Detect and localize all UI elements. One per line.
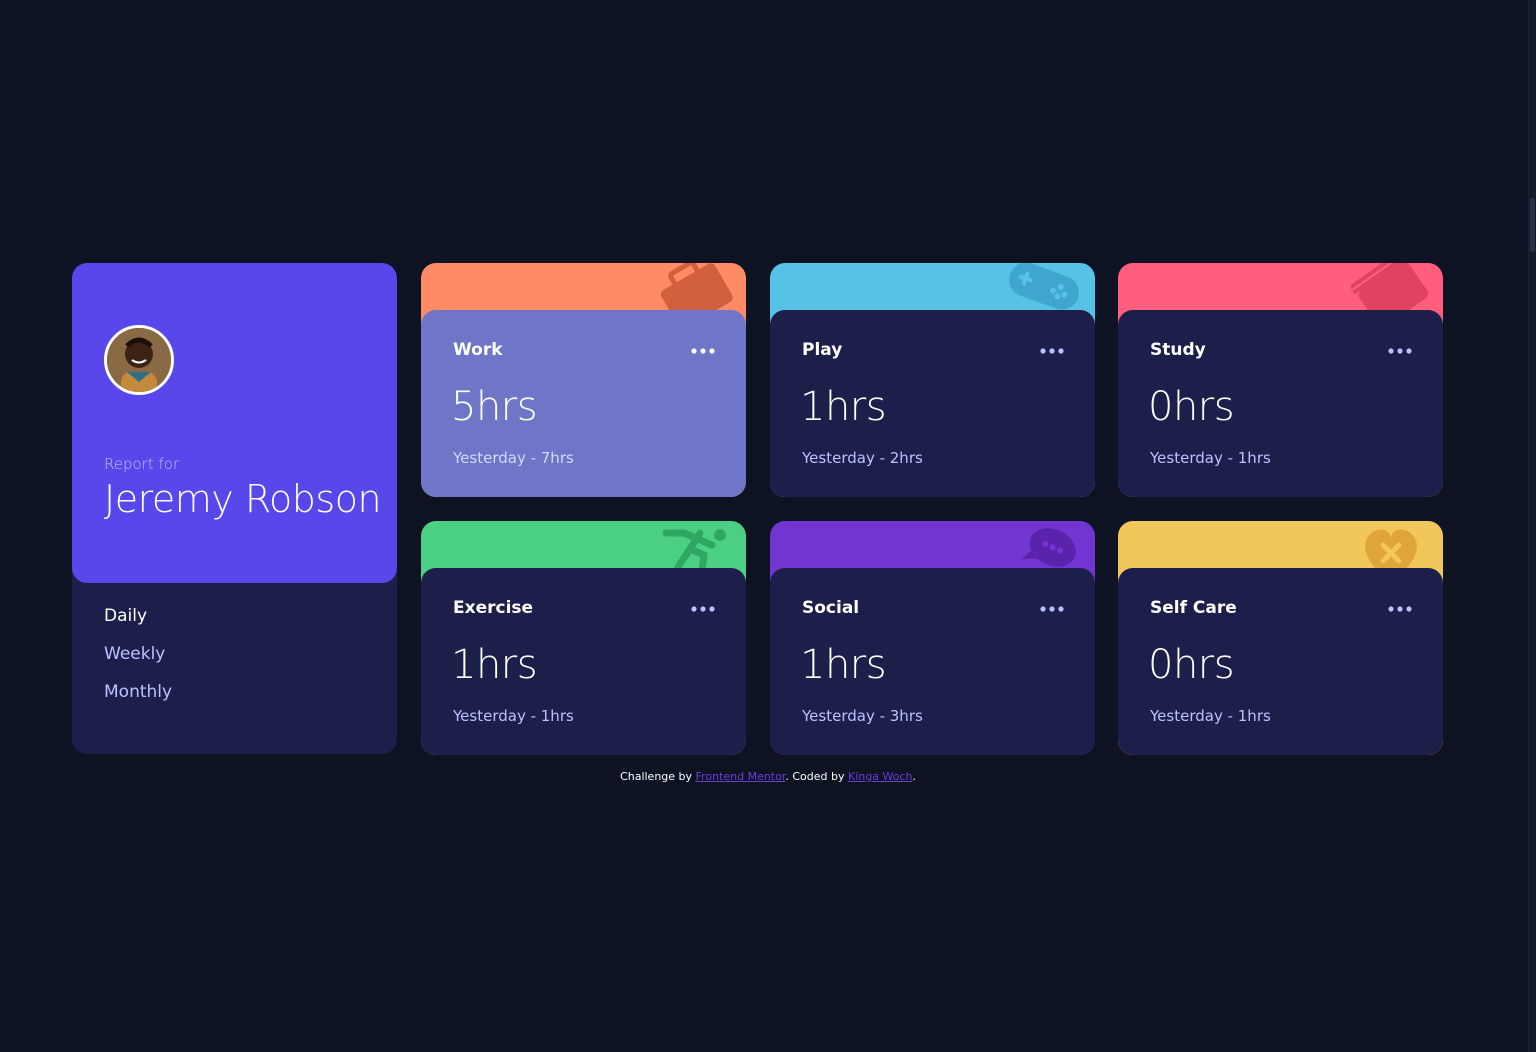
card-body: Exercise 1hrs Yesterday - 1hrs: [421, 568, 746, 755]
profile-header: Report for Jeremy Robson: [72, 263, 397, 583]
card-hours: 0hrs: [1148, 642, 1235, 688]
card-hours: 1hrs: [800, 642, 887, 688]
card-hours: 0hrs: [1148, 384, 1235, 430]
card-title: Exercise: [453, 598, 534, 618]
card-title: Work: [453, 340, 503, 360]
ellipsis-icon[interactable]: [1039, 344, 1065, 358]
card-previous: Yesterday - 1hrs: [1150, 707, 1271, 725]
ellipsis-icon[interactable]: [1039, 602, 1065, 616]
card-body: Social 1hrs Yesterday - 3hrs: [770, 568, 1095, 755]
scrollbar[interactable]: [1528, 0, 1536, 1052]
activity-card-self-care[interactable]: Self Care 0hrs Yesterday - 1hrs: [1118, 521, 1443, 755]
card-hours: 5hrs: [451, 384, 538, 430]
card-body: Self Care 0hrs Yesterday - 1hrs: [1118, 568, 1443, 755]
card-body: Play 1hrs Yesterday - 2hrs: [770, 310, 1095, 497]
card-hours: 1hrs: [800, 384, 887, 430]
card-title: Play: [802, 340, 843, 360]
attribution-footer: Challenge by Frontend Mentor. Coded by K…: [0, 770, 1536, 783]
card-previous: Yesterday - 1hrs: [453, 707, 574, 725]
period-daily[interactable]: Daily: [104, 606, 172, 627]
card-previous: Yesterday - 3hrs: [802, 707, 923, 725]
period-weekly[interactable]: Weekly: [104, 644, 172, 665]
footer-middle: . Coded by: [785, 770, 848, 783]
activity-card-study[interactable]: Study 0hrs Yesterday - 1hrs: [1118, 263, 1443, 497]
period-selector: Daily Weekly Monthly: [104, 606, 172, 720]
frontend-mentor-link[interactable]: Frontend Mentor: [696, 770, 786, 783]
ellipsis-icon[interactable]: [690, 344, 716, 358]
activity-card-work[interactable]: Work 5hrs Yesterday - 7hrs: [421, 263, 746, 497]
ellipsis-icon[interactable]: [1387, 602, 1413, 616]
ellipsis-icon[interactable]: [1387, 344, 1413, 358]
profile-card: Report for Jeremy Robson Daily Weekly Mo…: [72, 263, 397, 754]
author-link[interactable]: Kinga Woch: [848, 770, 912, 783]
page: Report for Jeremy Robson Daily Weekly Mo…: [0, 0, 1536, 1052]
user-name: Jeremy Robson: [104, 477, 382, 521]
report-for-label: Report for: [104, 455, 180, 473]
card-previous: Yesterday - 1hrs: [1150, 449, 1271, 467]
card-title: Social: [802, 598, 860, 618]
footer-prefix: Challenge by: [620, 770, 696, 783]
avatar: [104, 325, 174, 395]
ellipsis-icon[interactable]: [690, 602, 716, 616]
footer-suffix: .: [912, 770, 916, 783]
card-title: Study: [1150, 340, 1206, 360]
scrollbar-thumb[interactable]: [1530, 198, 1535, 252]
activity-card-social[interactable]: Social 1hrs Yesterday - 3hrs: [770, 521, 1095, 755]
activity-card-exercise[interactable]: Exercise 1hrs Yesterday - 1hrs: [421, 521, 746, 755]
card-body: Study 0hrs Yesterday - 1hrs: [1118, 310, 1443, 497]
card-body: Work 5hrs Yesterday - 7hrs: [421, 310, 746, 497]
card-previous: Yesterday - 7hrs: [453, 449, 574, 467]
card-title: Self Care: [1150, 598, 1237, 618]
activity-card-play[interactable]: Play 1hrs Yesterday - 2hrs: [770, 263, 1095, 497]
card-previous: Yesterday - 2hrs: [802, 449, 923, 467]
period-monthly[interactable]: Monthly: [104, 682, 172, 703]
card-hours: 1hrs: [451, 642, 538, 688]
